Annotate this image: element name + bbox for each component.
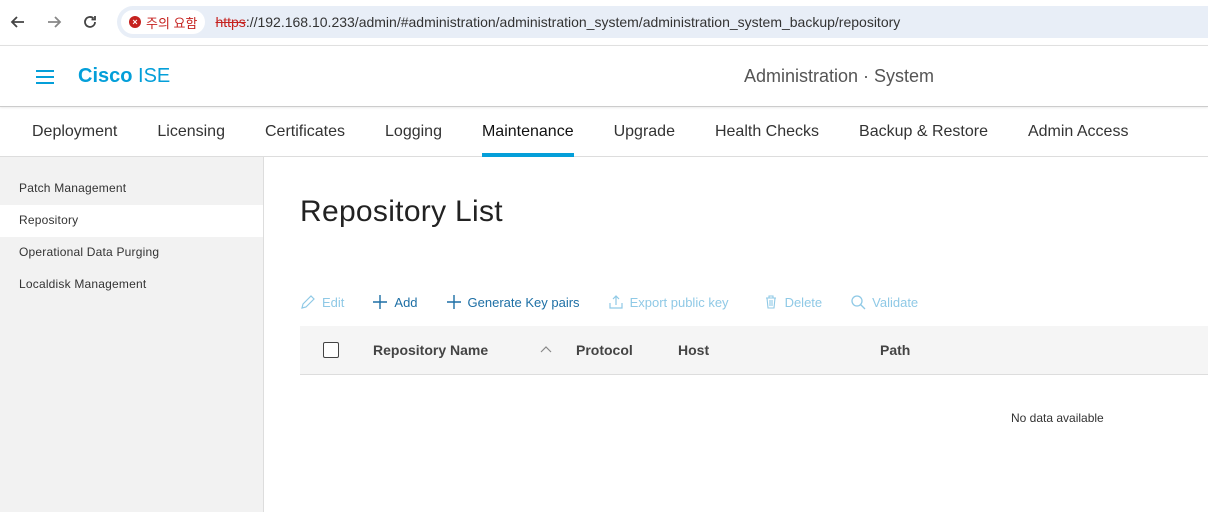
page-context-title: Administration · System bbox=[744, 66, 935, 86]
column-header-protocol[interactable]: Protocol bbox=[576, 342, 633, 358]
page-title: Repository List bbox=[300, 195, 503, 228]
column-header-repository-name[interactable]: Repository Name bbox=[373, 342, 488, 358]
add-button[interactable]: Add bbox=[372, 294, 418, 310]
sidebar-item-localdisk-management[interactable]: Localdisk Management bbox=[0, 269, 263, 301]
select-all-checkbox[interactable] bbox=[323, 342, 339, 358]
security-warning-label: 주의 요함 bbox=[146, 15, 198, 31]
address-bar[interactable]: × 주의 요함 https://192.168.10.233/admin/#ad… bbox=[117, 6, 1208, 38]
generate-key-pairs-button[interactable]: Generate Key pairs bbox=[446, 294, 580, 310]
plus-icon bbox=[446, 294, 462, 310]
tab-bar: Deployment Licensing Certificates Loggin… bbox=[0, 108, 1208, 157]
plus-icon bbox=[372, 294, 388, 310]
pencil-icon bbox=[300, 294, 316, 310]
generate-key-pairs-label: Generate Key pairs bbox=[467, 294, 580, 310]
column-header-path[interactable]: Path bbox=[880, 342, 910, 358]
table-header: Repository Name Protocol Host Path bbox=[300, 326, 1208, 375]
add-label: Add bbox=[394, 294, 418, 310]
sidebar: Patch Management Repository Operational … bbox=[0, 157, 264, 512]
edit-label: Edit bbox=[322, 294, 345, 310]
tab-logging[interactable]: Logging bbox=[365, 108, 462, 157]
url-scheme: https bbox=[215, 14, 246, 30]
tab-deployment[interactable]: Deployment bbox=[0, 108, 137, 157]
main-content: Repository List Edit Add Generate Key pa… bbox=[264, 157, 1208, 512]
export-public-key-label: Export public key bbox=[629, 294, 729, 310]
tab-admin-access[interactable]: Admin Access bbox=[1008, 108, 1148, 157]
empty-table-message: No data available bbox=[1011, 411, 1104, 425]
back-arrow-icon[interactable] bbox=[0, 4, 36, 40]
tab-maintenance[interactable]: Maintenance bbox=[462, 108, 594, 157]
column-header-host[interactable]: Host bbox=[678, 342, 709, 358]
url-text[interactable]: https://192.168.10.233/admin/#administra… bbox=[215, 14, 900, 30]
sort-ascending-icon[interactable] bbox=[540, 343, 552, 355]
search-icon bbox=[850, 294, 866, 310]
sidebar-item-operational-data-purging[interactable]: Operational Data Purging bbox=[0, 237, 263, 269]
delete-label: Delete bbox=[784, 294, 823, 310]
toolbar: Edit Add Generate Key pairs Export publi… bbox=[300, 291, 946, 313]
tab-backup-restore[interactable]: Backup & Restore bbox=[839, 108, 1008, 157]
validate-button[interactable]: Validate bbox=[850, 294, 918, 310]
brand-product: ISE bbox=[138, 65, 171, 87]
trash-icon bbox=[763, 294, 779, 310]
hamburger-menu-icon[interactable] bbox=[36, 70, 54, 84]
validate-label: Validate bbox=[872, 294, 919, 310]
edit-button[interactable]: Edit bbox=[300, 294, 344, 310]
reload-icon[interactable] bbox=[72, 4, 108, 40]
sidebar-item-patch-management[interactable]: Patch Management bbox=[0, 173, 263, 205]
browser-toolbar: × 주의 요함 https://192.168.10.233/admin/#ad… bbox=[0, 0, 1208, 45]
delete-button[interactable]: Delete bbox=[763, 294, 823, 310]
app-header: Cisco ISE Administration · System bbox=[0, 45, 1208, 107]
sidebar-item-repository[interactable]: Repository bbox=[0, 205, 263, 237]
security-warning-chip[interactable]: × 주의 요함 bbox=[121, 10, 206, 34]
tab-upgrade[interactable]: Upgrade bbox=[594, 108, 695, 157]
url-path: ://192.168.10.233/admin/#administration/… bbox=[245, 14, 901, 30]
tab-health-checks[interactable]: Health Checks bbox=[695, 108, 839, 157]
export-public-key-button[interactable]: Export public key bbox=[608, 294, 729, 310]
brand-name: Cisco bbox=[78, 65, 133, 87]
brand-logo[interactable]: Cisco ISE bbox=[78, 65, 170, 88]
forward-arrow-icon[interactable] bbox=[36, 4, 72, 40]
tab-licensing[interactable]: Licensing bbox=[137, 108, 245, 157]
tab-certificates[interactable]: Certificates bbox=[245, 108, 365, 157]
warning-icon: × bbox=[129, 16, 141, 28]
export-icon bbox=[608, 294, 624, 310]
